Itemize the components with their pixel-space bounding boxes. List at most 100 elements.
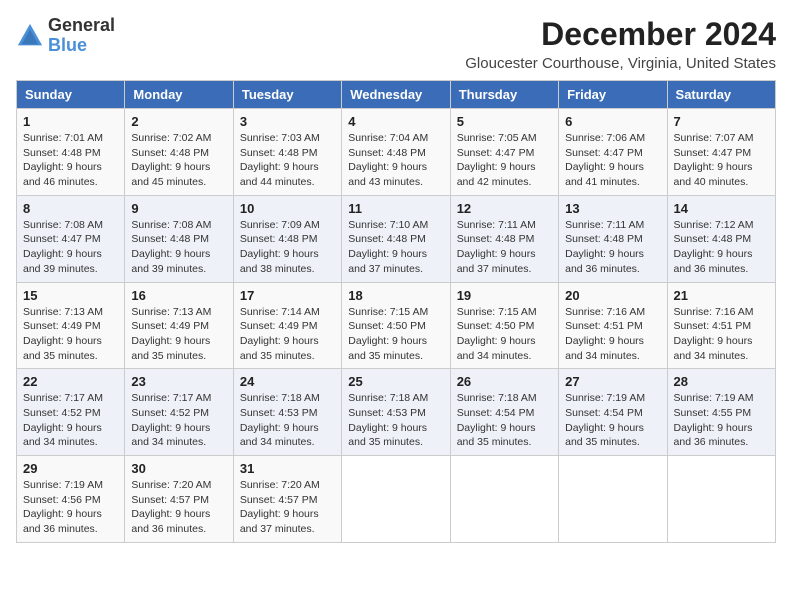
calendar-header-row: SundayMondayTuesdayWednesdayThursdayFrid… [17, 81, 776, 109]
day-info: Sunrise: 7:15 AMSunset: 4:50 PMDaylight:… [457, 306, 537, 362]
day-number: 27 [565, 374, 660, 389]
day-info: Sunrise: 7:19 AMSunset: 4:55 PMDaylight:… [674, 392, 754, 448]
day-info: Sunrise: 7:14 AMSunset: 4:49 PMDaylight:… [240, 306, 320, 362]
calendar-day: 21 Sunrise: 7:16 AMSunset: 4:51 PMDayligh… [667, 282, 775, 369]
day-info: Sunrise: 7:03 AMSunset: 4:48 PMDaylight:… [240, 132, 320, 188]
day-number: 14 [674, 201, 769, 216]
day-number: 23 [131, 374, 226, 389]
header-tuesday: Tuesday [233, 81, 341, 109]
calendar-day: 24 Sunrise: 7:18 AMSunset: 4:53 PMDayligh… [233, 369, 341, 456]
day-info: Sunrise: 7:16 AMSunset: 4:51 PMDaylight:… [565, 306, 645, 362]
logo: General Blue [16, 16, 115, 56]
header: General Blue December 2024 Gloucester Co… [16, 16, 776, 72]
calendar-day: 4 Sunrise: 7:04 AMSunset: 4:48 PMDaylight… [342, 109, 450, 196]
day-number: 4 [348, 114, 443, 129]
day-info: Sunrise: 7:20 AMSunset: 4:57 PMDaylight:… [131, 479, 211, 535]
day-info: Sunrise: 7:08 AMSunset: 4:47 PMDaylight:… [23, 219, 103, 275]
calendar-week-4: 22 Sunrise: 7:17 AMSunset: 4:52 PMDayligh… [17, 369, 776, 456]
calendar-day: 18 Sunrise: 7:15 AMSunset: 4:50 PMDayligh… [342, 282, 450, 369]
calendar-week-5: 29 Sunrise: 7:19 AMSunset: 4:56 PMDayligh… [17, 456, 776, 543]
calendar-day: 12 Sunrise: 7:11 AMSunset: 4:48 PMDayligh… [450, 195, 558, 282]
day-number: 3 [240, 114, 335, 129]
calendar-day [342, 456, 450, 543]
day-info: Sunrise: 7:17 AMSunset: 4:52 PMDaylight:… [23, 392, 103, 448]
day-info: Sunrise: 7:12 AMSunset: 4:48 PMDaylight:… [674, 219, 754, 275]
day-number: 17 [240, 288, 335, 303]
day-info: Sunrise: 7:18 AMSunset: 4:53 PMDaylight:… [240, 392, 320, 448]
calendar-day: 5 Sunrise: 7:05 AMSunset: 4:47 PMDaylight… [450, 109, 558, 196]
calendar-week-3: 15 Sunrise: 7:13 AMSunset: 4:49 PMDayligh… [17, 282, 776, 369]
logo-text-general: General [48, 15, 115, 35]
header-thursday: Thursday [450, 81, 558, 109]
calendar-day: 23Sunrise: 7:17 AMSunset: 4:52 PMDayligh… [125, 369, 233, 456]
calendar-day: 13Sunrise: 7:11 AMSunset: 4:48 PMDayligh… [559, 195, 667, 282]
day-number: 10 [240, 201, 335, 216]
day-info: Sunrise: 7:15 AMSunset: 4:50 PMDaylight:… [348, 306, 428, 362]
day-info: Sunrise: 7:11 AMSunset: 4:48 PMDaylight:… [457, 219, 536, 275]
month-title: December 2024 [465, 16, 776, 53]
day-info: Sunrise: 7:19 AMSunset: 4:54 PMDaylight:… [565, 392, 645, 448]
calendar-day: 30 Sunrise: 7:20 AMSunset: 4:57 PMDayligh… [125, 456, 233, 543]
header-friday: Friday [559, 81, 667, 109]
day-number: 25 [348, 374, 443, 389]
calendar-day: 25Sunrise: 7:18 AMSunset: 4:53 PMDayligh… [342, 369, 450, 456]
day-info: Sunrise: 7:02 AMSunset: 4:48 PMDaylight:… [131, 132, 211, 188]
day-number: 15 [23, 288, 118, 303]
calendar-day: 1Sunrise: 7:01 AMSunset: 4:48 PMDaylight… [17, 109, 125, 196]
calendar-day: 16 Sunrise: 7:13 AMSunset: 4:49 PMDayligh… [125, 282, 233, 369]
day-number: 18 [348, 288, 443, 303]
day-number: 2 [131, 114, 226, 129]
day-info: Sunrise: 7:05 AMSunset: 4:47 PMDaylight:… [457, 132, 537, 188]
day-number: 24 [240, 374, 335, 389]
day-number: 31 [240, 461, 335, 476]
day-info: Sunrise: 7:09 AMSunset: 4:48 PMDaylight:… [240, 219, 320, 275]
calendar-day: 10 Sunrise: 7:09 AMSunset: 4:48 PMDayligh… [233, 195, 341, 282]
day-number: 12 [457, 201, 552, 216]
day-info: Sunrise: 7:06 AMSunset: 4:47 PMDaylight:… [565, 132, 645, 188]
calendar-day: 2 Sunrise: 7:02 AMSunset: 4:48 PMDaylight… [125, 109, 233, 196]
calendar-day: 17 Sunrise: 7:14 AMSunset: 4:49 PMDayligh… [233, 282, 341, 369]
calendar-day: 11Sunrise: 7:10 AMSunset: 4:48 PMDayligh… [342, 195, 450, 282]
day-info: Sunrise: 7:20 AMSunset: 4:57 PMDaylight:… [240, 479, 320, 535]
calendar-table: SundayMondayTuesdayWednesdayThursdayFrid… [16, 80, 776, 543]
day-number: 30 [131, 461, 226, 476]
day-number: 22 [23, 374, 118, 389]
calendar-day: 14 Sunrise: 7:12 AMSunset: 4:48 PMDayligh… [667, 195, 775, 282]
calendar-day: 31 Sunrise: 7:20 AMSunset: 4:57 PMDayligh… [233, 456, 341, 543]
header-sunday: Sunday [17, 81, 125, 109]
day-info: Sunrise: 7:01 AMSunset: 4:48 PMDaylight:… [23, 132, 103, 188]
day-number: 19 [457, 288, 552, 303]
day-info: Sunrise: 7:13 AMSunset: 4:49 PMDaylight:… [23, 306, 103, 362]
day-number: 11 [348, 201, 443, 216]
day-number: 29 [23, 461, 118, 476]
calendar-day: 8Sunrise: 7:08 AMSunset: 4:47 PMDaylight… [17, 195, 125, 282]
calendar-day: 3 Sunrise: 7:03 AMSunset: 4:48 PMDaylight… [233, 109, 341, 196]
day-number: 6 [565, 114, 660, 129]
header-saturday: Saturday [667, 81, 775, 109]
day-info: Sunrise: 7:18 AMSunset: 4:54 PMDaylight:… [457, 392, 537, 448]
day-info: Sunrise: 7:04 AMSunset: 4:48 PMDaylight:… [348, 132, 428, 188]
day-info: Sunrise: 7:19 AMSunset: 4:56 PMDaylight:… [23, 479, 103, 535]
logo-text-blue: Blue [48, 35, 87, 55]
calendar-day [667, 456, 775, 543]
day-info: Sunrise: 7:07 AMSunset: 4:47 PMDaylight:… [674, 132, 754, 188]
calendar-week-1: 1Sunrise: 7:01 AMSunset: 4:48 PMDaylight… [17, 109, 776, 196]
calendar-day: 20Sunrise: 7:16 AMSunset: 4:51 PMDayligh… [559, 282, 667, 369]
day-info: Sunrise: 7:13 AMSunset: 4:49 PMDaylight:… [131, 306, 211, 362]
calendar-day: 22 Sunrise: 7:17 AMSunset: 4:52 PMDayligh… [17, 369, 125, 456]
location-subtitle: Gloucester Courthouse, Virginia, United … [465, 55, 776, 72]
calendar-day: 28Sunrise: 7:19 AMSunset: 4:55 PMDayligh… [667, 369, 775, 456]
day-number: 5 [457, 114, 552, 129]
day-info: Sunrise: 7:16 AMSunset: 4:51 PMDaylight:… [674, 306, 754, 362]
calendar-day [559, 456, 667, 543]
day-number: 16 [131, 288, 226, 303]
header-wednesday: Wednesday [342, 81, 450, 109]
calendar-day: 19 Sunrise: 7:15 AMSunset: 4:50 PMDayligh… [450, 282, 558, 369]
calendar-day [450, 456, 558, 543]
calendar-week-2: 8Sunrise: 7:08 AMSunset: 4:47 PMDaylight… [17, 195, 776, 282]
calendar-day: 7Sunrise: 7:07 AMSunset: 4:47 PMDaylight… [667, 109, 775, 196]
calendar-day: 15 Sunrise: 7:13 AMSunset: 4:49 PMDayligh… [17, 282, 125, 369]
calendar-day: 9Sunrise: 7:08 AMSunset: 4:48 PMDaylight… [125, 195, 233, 282]
day-number: 21 [674, 288, 769, 303]
header-monday: Monday [125, 81, 233, 109]
